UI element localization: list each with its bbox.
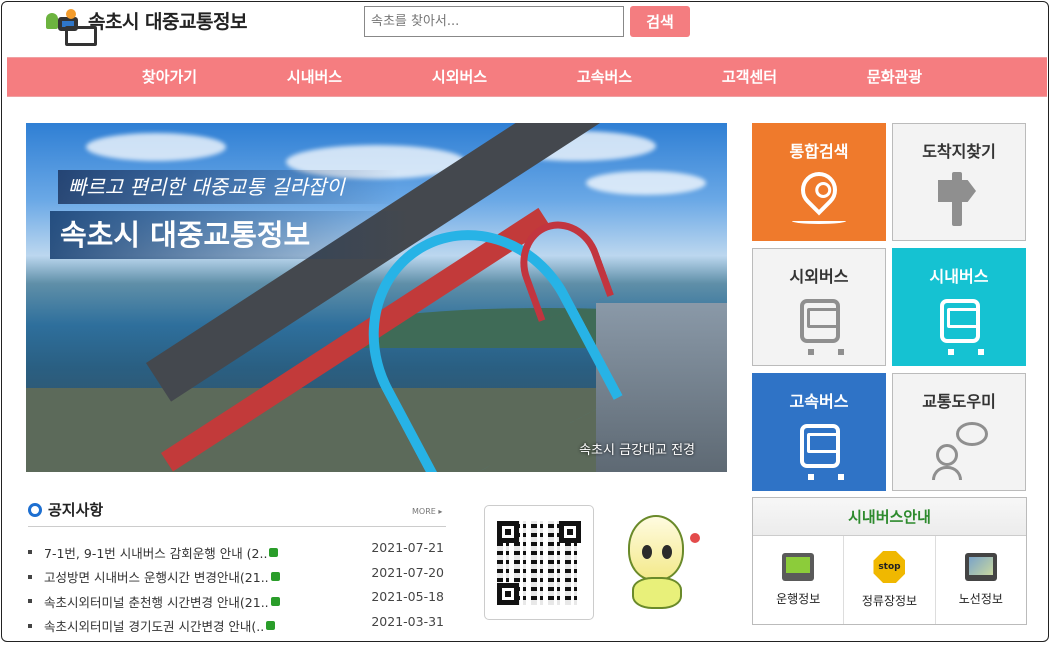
notice-title: 공지사항: [48, 501, 104, 519]
notice-item-date: 2021-07-21: [371, 540, 444, 555]
nav-item-customer-center[interactable]: 고객센터: [677, 58, 822, 96]
notice-item-date: 2021-07-20: [371, 564, 444, 580]
new-icon: [269, 547, 279, 557]
route-info-link[interactable]: 노선정보: [936, 536, 1026, 624]
tile-find-destination[interactable]: 도착지찾기: [892, 123, 1026, 241]
search-button[interactable]: 검색: [630, 6, 690, 37]
notice-list: 7-1번, 9-1번 시내버스 감회운행 안내 (2.. 2021-07-21 …: [28, 540, 448, 638]
nav-item-intercity-bus[interactable]: 시외버스: [387, 58, 532, 96]
stop-info-label: 정류장정보: [861, 594, 918, 608]
new-icon: [266, 621, 276, 631]
notice-item[interactable]: 속초시외터미널 경기도권 시간변경 안내(.. 2021-03-31: [28, 614, 448, 639]
tile-label: 통합검색: [789, 142, 849, 161]
page-frame: 속초시 대중교통정보 검색 찾아가기 시내버스 시외버스 고속버스 고객센터 문…: [1, 1, 1049, 642]
search-input[interactable]: [364, 6, 624, 37]
tile-express-bus[interactable]: 고속버스: [752, 373, 886, 491]
nav-item-express-bus[interactable]: 고속버스: [532, 58, 677, 96]
new-icon: [270, 572, 280, 582]
operation-info-label: 운행정보: [776, 592, 821, 606]
nav-item-culture-tourism[interactable]: 문화관광: [822, 58, 967, 96]
stop-sign-icon: stop: [873, 551, 906, 583]
location-pin-icon: [792, 164, 846, 226]
tile-label: 교통도우미: [922, 392, 996, 411]
site-logo[interactable]: 속초시 대중교통정보: [44, 7, 247, 73]
notice-item-title[interactable]: 7-1번, 9-1번 시내버스 감회운행 안내 (2..: [44, 543, 267, 562]
banner-headline: 속초시 대중교통정보: [50, 211, 410, 259]
divider: [28, 526, 446, 527]
bullet-icon: [28, 502, 42, 517]
signpost-icon: [932, 172, 986, 226]
tile-transit-help[interactable]: 교통도우미: [892, 373, 1026, 491]
tile-label: 시내버스: [929, 267, 989, 286]
qr-code-icon: [497, 520, 581, 605]
tile-integrated-search[interactable]: 통합검색: [752, 123, 886, 241]
operation-info-link[interactable]: 운행정보: [753, 536, 845, 624]
notice-more-link[interactable]: MORE ▸: [412, 507, 442, 516]
tile-label: 도착지찾기: [922, 142, 996, 161]
site-title: 속초시 대중교통정보: [88, 11, 247, 33]
nav-item-directions[interactable]: 찾아가기: [97, 58, 242, 96]
bus-icon: [932, 297, 986, 355]
route-info-label: 노선정보: [958, 592, 1003, 606]
tile-city-bus[interactable]: 시내버스: [892, 248, 1026, 366]
banner-tagline: 빠르고 편리한 대중교통 길라잡이: [58, 170, 398, 204]
notice-item[interactable]: 속초시외터미널 춘천행 시간변경 안내(21.. 2021-05-18: [28, 589, 448, 614]
help-chat-icon: [932, 422, 988, 480]
main-banner: 빠르고 편리한 대중교통 길라잡이 속초시 대중교통정보 속초시 금강대교 전경: [26, 123, 727, 472]
bus-icon: [792, 297, 846, 355]
notice-item[interactable]: 고성방면 시내버스 운행시간 변경안내(21.. 2021-07-20: [28, 565, 448, 590]
city-bus-info-box: 시내버스안내 운행정보 stop 정류장정보 노선정보: [752, 497, 1027, 625]
mascot-image: [610, 511, 710, 616]
notice-item-date: 2021-03-31: [371, 613, 444, 629]
tile-label: 시외버스: [789, 267, 849, 286]
bus-icon: [792, 422, 846, 480]
new-icon: [270, 596, 280, 606]
main-nav: 찾아가기 시내버스 시외버스 고속버스 고객센터 문화관광: [7, 57, 1047, 97]
logo-icon: [44, 8, 102, 73]
notice-item-date: 2021-05-18: [371, 589, 444, 604]
map-icon: [964, 553, 997, 581]
qr-code-box[interactable]: [484, 505, 594, 620]
notice-item[interactable]: 7-1번, 9-1번 시내버스 감회운행 안내 (2.. 2021-07-21: [28, 540, 448, 565]
stop-info-link[interactable]: stop 정류장정보: [844, 536, 936, 624]
nav-item-city-bus[interactable]: 시내버스: [242, 58, 387, 96]
tile-intercity-bus[interactable]: 시외버스: [752, 248, 886, 366]
notice-header: 공지사항: [28, 499, 103, 520]
notice-item-title[interactable]: 고성방면 시내버스 운행시간 변경안내(21..: [44, 567, 269, 586]
notice-item-title[interactable]: 속초시외터미널 춘천행 시간변경 안내(21..: [44, 592, 269, 611]
banner-caption: 속초시 금강대교 전경: [579, 443, 695, 458]
monitor-icon: [782, 553, 815, 581]
tile-label: 고속버스: [789, 392, 849, 411]
bus-info-title: 시내버스안내: [753, 498, 1026, 536]
notice-item-title[interactable]: 속초시외터미널 경기도권 시간변경 안내(..: [44, 616, 264, 635]
